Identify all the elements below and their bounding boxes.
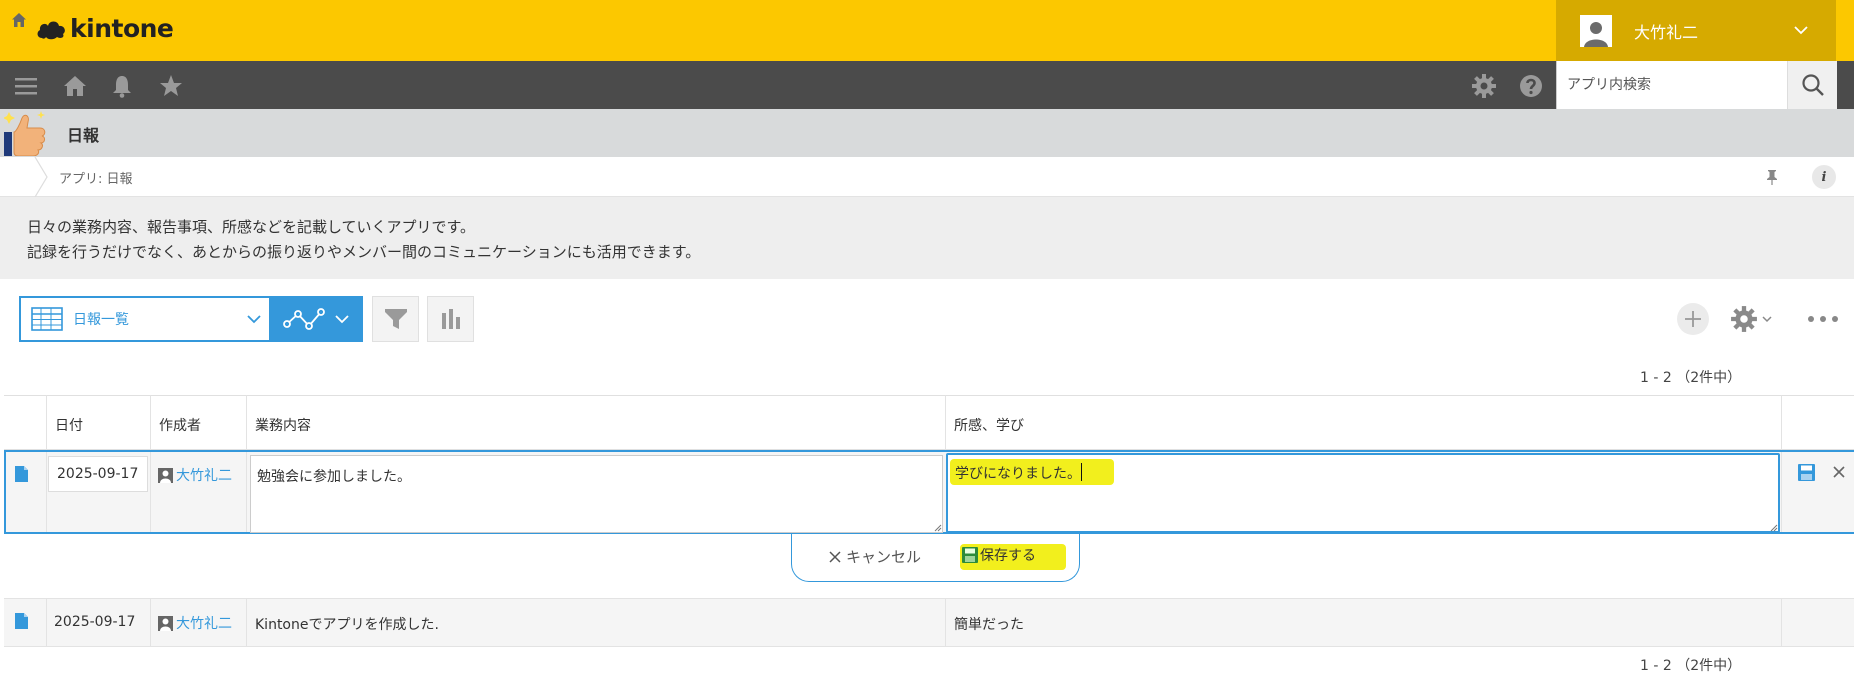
resize-handle-icon[interactable] (934, 524, 942, 532)
add-record-button[interactable] (1677, 303, 1709, 335)
resize-handle-icon[interactable] (1770, 524, 1778, 532)
app-description: 日々の業務内容、報告事項、所感などを記載していくアプリです。 記録を行うだけでな… (0, 197, 1854, 279)
cloud-icon (37, 21, 65, 39)
app-name: 日報 (67, 126, 100, 145)
date-field[interactable]: 2025-09-17 (48, 456, 148, 492)
kintone-logo[interactable]: kintone (36, 14, 174, 43)
column-header-date[interactable]: 日付 (46, 395, 150, 450)
cell-divider (1781, 599, 1782, 646)
user-menu[interactable]: 大竹礼二 (1556, 0, 1836, 61)
filter-icon (384, 309, 407, 329)
column-header-author[interactable]: 作成者 (150, 395, 246, 450)
breadcrumb-app-link[interactable]: アプリ: 日報 (59, 168, 133, 187)
info-icon[interactable]: i (1812, 165, 1836, 189)
filter-button[interactable] (372, 296, 419, 342)
user-name: 大竹礼二 (1634, 22, 1699, 42)
star-icon[interactable] (158, 73, 184, 99)
chevron-down-icon (247, 314, 261, 323)
user-avatar-icon (1580, 14, 1612, 47)
gear-icon[interactable] (1471, 73, 1497, 99)
thumbs-up-app-icon (4, 111, 46, 156)
chevron-down-icon (1762, 315, 1772, 322)
view-selector[interactable]: 日報一覧 (19, 296, 269, 342)
breadcrumb-separator (34, 157, 48, 197)
menu-icon[interactable] (13, 73, 39, 99)
bar-chart-icon (441, 309, 460, 329)
help-icon[interactable] (1518, 73, 1544, 99)
cell-divider (246, 599, 247, 646)
pager-count: 1 - 2 （2件中） (1640, 370, 1742, 386)
column-header-blank (4, 395, 46, 450)
more-options-button[interactable] (1808, 312, 1838, 326)
cancel-label: キャンセル (846, 548, 922, 566)
description-line: 記録を行うだけでなく、あとからの振り返りやメンバー間のコミュニケーションにも活用… (27, 243, 701, 261)
text-caret (1081, 463, 1082, 481)
plus-icon (1685, 311, 1701, 327)
breadcrumb (0, 157, 1854, 197)
chevron-down-icon (335, 314, 349, 323)
column-header-work[interactable]: 業務内容 (246, 395, 945, 450)
cell-divider (46, 599, 47, 646)
close-icon (829, 550, 841, 563)
cell-divider (46, 452, 47, 532)
column-header-notes[interactable]: 所感、学び (945, 395, 1781, 450)
work-textarea[interactable]: 勉強会に参加しました。 (250, 455, 943, 533)
chevron-down-icon (1794, 26, 1808, 35)
search-button[interactable] (1787, 61, 1837, 109)
app-search (1556, 61, 1837, 109)
gear-icon (1731, 306, 1757, 332)
graph-button[interactable] (427, 296, 474, 342)
app-settings-button[interactable] (1730, 303, 1780, 335)
save-row-icon[interactable] (1798, 464, 1815, 481)
pager-count-bottom: 1 - 2 （2件中） (1640, 658, 1742, 674)
date-cell: 2025-09-17 (54, 614, 136, 630)
description-line: 日々の業務内容、報告事項、所感などを記載していくアプリです。 (27, 218, 476, 236)
graph-selector-button[interactable] (269, 296, 363, 342)
line-graph-icon (283, 308, 325, 330)
work-cell: Kintoneでアプリを作成した. (255, 617, 439, 633)
author-name: 大竹礼二 (176, 616, 232, 632)
view-name: 日報一覧 (73, 312, 129, 328)
floppy-disk-icon (962, 547, 978, 563)
logo-text: kintone (70, 14, 174, 43)
notes-cell: 簡単だった (954, 617, 1024, 633)
bell-icon[interactable] (109, 73, 135, 99)
cell-divider (150, 599, 151, 646)
cell-divider (945, 599, 946, 646)
table-view-icon (31, 307, 63, 331)
author-link[interactable]: 大竹礼二 (158, 613, 232, 633)
breadcrumb-home-icon[interactable] (10, 11, 28, 29)
author-name: 大竹礼二 (176, 468, 232, 484)
search-icon (1801, 74, 1824, 96)
save-button[interactable]: 保存する (962, 545, 1036, 565)
close-icon[interactable] (1832, 465, 1846, 479)
author-link[interactable]: 大竹礼二 (158, 465, 232, 485)
save-label: 保存する (980, 548, 1036, 564)
home-icon[interactable] (62, 73, 88, 99)
cell-divider (150, 452, 151, 532)
notes-text: 学びになりました。 (955, 466, 1081, 482)
column-header-actions (1781, 395, 1854, 450)
cancel-button[interactable]: キャンセル (829, 546, 921, 567)
user-icon (158, 467, 173, 483)
cell-divider (1781, 452, 1782, 532)
record-detail-icon[interactable] (15, 613, 28, 629)
user-icon (158, 615, 173, 631)
pin-icon[interactable] (1764, 168, 1780, 186)
app-header (0, 109, 1854, 157)
search-input[interactable] (1557, 61, 1787, 109)
record-detail-icon[interactable] (15, 466, 28, 482)
cell-divider (246, 452, 247, 532)
